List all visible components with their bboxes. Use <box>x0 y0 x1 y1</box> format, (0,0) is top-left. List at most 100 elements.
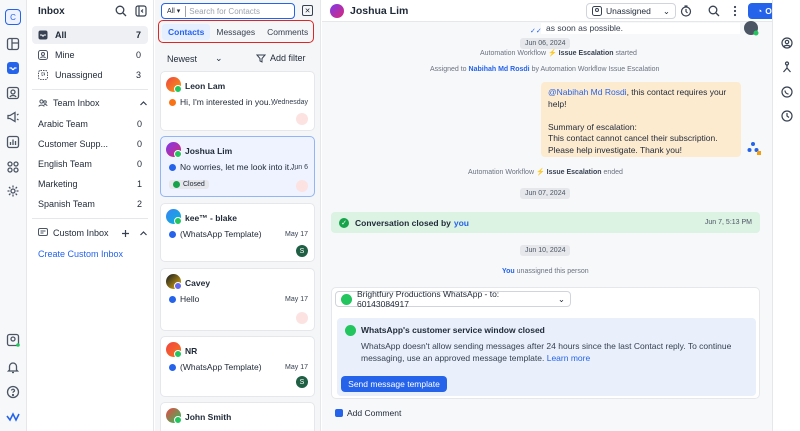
inbox-item-count: 3 <box>135 70 141 80</box>
conversation-panel: Joshua Lim Unassigned ⌄ ◔Open as soon as… <box>322 0 796 431</box>
inbox-item-label: Mine <box>55 50 75 60</box>
inbox-item-count: 7 <box>135 30 141 40</box>
plus-icon[interactable] <box>121 229 130 238</box>
agent-avatar: S <box>296 245 308 257</box>
search-icon[interactable] <box>708 5 720 17</box>
read-check-icon: ✓✓ <box>530 28 542 35</box>
search-scope-select[interactable]: All ▾ <box>162 7 182 16</box>
inbox-item-mine[interactable]: Mine 0 <box>32 46 148 64</box>
more-icon[interactable] <box>729 5 741 17</box>
chevron-up-icon[interactable] <box>139 99 148 108</box>
contact-card[interactable]: NR (WhatsApp Template) May 17 S <box>160 336 315 397</box>
message-bubble: as soon as possible. <box>541 23 740 34</box>
team-count: 2 <box>136 199 142 209</box>
contact-date: Jun 6 <box>290 164 308 171</box>
agent-avatar <box>296 180 308 192</box>
broadcast-icon[interactable] <box>6 110 20 124</box>
user-dashed-icon <box>38 70 48 80</box>
user-icon <box>592 6 602 16</box>
team-item[interactable]: English Team 0 <box>38 157 142 171</box>
inbox-item-label: Unassigned <box>55 70 103 80</box>
team-inbox-label: Team Inbox <box>53 98 100 108</box>
check-icon <box>173 181 180 188</box>
workspace-avatar[interactable]: C <box>5 9 21 25</box>
contact-card[interactable]: Cavey Hello May 17 <box>160 268 315 331</box>
channel-icon <box>174 282 182 290</box>
mention[interactable]: @Nabihah Md Rosdi <box>548 87 627 97</box>
settings-icon[interactable] <box>6 184 20 198</box>
inbox-item-all[interactable]: All 7 <box>32 26 148 44</box>
reports-icon[interactable] <box>6 135 20 149</box>
unread-dot-icon <box>169 98 176 106</box>
add-filter-button[interactable]: Add filter <box>256 53 306 63</box>
add-filter-label: Add filter <box>270 53 306 63</box>
team-item[interactable]: Customer Supp... 0 <box>38 137 142 151</box>
team-item[interactable]: Marketing 1 <box>38 177 142 191</box>
sort-select[interactable]: Newest ⌄ <box>167 53 223 64</box>
team-label: Customer Supp... <box>38 139 109 149</box>
chevron-down-icon: ⌄ <box>215 53 223 63</box>
add-comment-button[interactable]: Add Comment <box>335 408 401 418</box>
inbox-icon[interactable] <box>6 61 20 75</box>
team-item[interactable]: Arabic Team 0 <box>38 117 142 131</box>
inbox-tray-icon <box>38 30 48 40</box>
custom-inbox-header[interactable]: Custom Inbox <box>38 226 148 240</box>
contact-name: Cavey <box>185 278 211 288</box>
inbox-title: Inbox <box>38 6 65 17</box>
close-icon[interactable]: ✕ <box>302 5 313 16</box>
notifications-icon[interactable] <box>6 360 20 374</box>
status-badge: Closed <box>169 180 209 189</box>
contact-card[interactable]: kee™ - blake (WhatsApp Template) May 17 … <box>160 203 315 262</box>
contact-card[interactable]: John Smith <box>160 402 315 431</box>
merge-icon[interactable] <box>781 61 793 73</box>
add-comment-label: Add Comment <box>347 408 402 418</box>
channel-select[interactable]: Brightfury Productions WhatsApp - to: 60… <box>335 289 571 309</box>
assignee-select[interactable]: Unassigned ⌄ <box>586 3 676 19</box>
send-message-template-button[interactable]: Send message template <box>341 376 447 392</box>
system-event: You unassigned this person <box>502 268 589 275</box>
whatsapp-icon <box>174 350 182 358</box>
tab-messages[interactable]: Messages <box>210 24 261 40</box>
sort-bar: Newest ⌄ Add filter <box>155 48 321 68</box>
workflows-icon[interactable] <box>6 160 20 174</box>
contact-name[interactable]: Joshua Lim <box>350 5 408 17</box>
dashboard-icon[interactable] <box>6 37 20 51</box>
notice-description: WhatsApp doesn't allow sending messages … <box>361 341 732 363</box>
whatsapp-icon <box>345 325 356 336</box>
system-event: Assigned to Nabihah Md Rosdi by Automati… <box>430 66 660 73</box>
team-item[interactable]: Spanish Team 2 <box>38 197 142 211</box>
tab-comments[interactable]: Comments <box>261 24 314 40</box>
team-inbox-header[interactable]: Team Inbox <box>38 96 148 110</box>
contacts-icon[interactable] <box>6 86 20 100</box>
history-icon[interactable] <box>781 110 793 122</box>
team-count: 0 <box>136 139 142 149</box>
chevron-down-icon: ⌄ <box>662 5 670 16</box>
date-separator: Jun 06, 2024 <box>520 38 571 49</box>
contact-name: Leon Lam <box>185 81 226 91</box>
date-separator: Jun 07, 2024 <box>520 188 571 199</box>
help-icon[interactable] <box>6 385 20 399</box>
tab-contacts[interactable]: Contacts <box>162 23 211 40</box>
search-icon[interactable] <box>115 5 127 17</box>
search-bar[interactable]: All ▾ <box>161 3 295 19</box>
inbox-panel: Inbox All 7 Mine 0 Unassigned 3 Team Inb… <box>27 0 154 431</box>
learn-more-link[interactable]: Learn more <box>547 353 590 363</box>
user-status-icon[interactable] <box>6 333 20 347</box>
create-custom-inbox-link[interactable]: Create Custom Inbox <box>38 249 123 259</box>
contact-card[interactable]: Leon Lam Hi, I'm interested in you... We… <box>160 71 315 131</box>
team-count: 0 <box>136 119 142 129</box>
whatsapp-icon <box>341 293 352 305</box>
divider <box>32 89 148 90</box>
timestamp: Jun 7, 5:13 PM <box>704 219 752 226</box>
whatsapp-icon[interactable] <box>781 86 793 98</box>
snooze-icon[interactable] <box>680 5 692 17</box>
workflow-bot-icon <box>747 142 761 155</box>
chevron-up-icon[interactable] <box>139 229 148 238</box>
contact-details-icon[interactable] <box>781 37 793 49</box>
divider <box>32 218 148 219</box>
contact-name: NR <box>185 346 198 356</box>
contact-card[interactable]: Joshua Lim No worries, let me look into … <box>160 136 315 197</box>
search-input[interactable] <box>189 6 290 16</box>
collapse-panel-icon[interactable] <box>135 5 147 17</box>
inbox-item-unassigned[interactable]: Unassigned 3 <box>32 66 148 84</box>
